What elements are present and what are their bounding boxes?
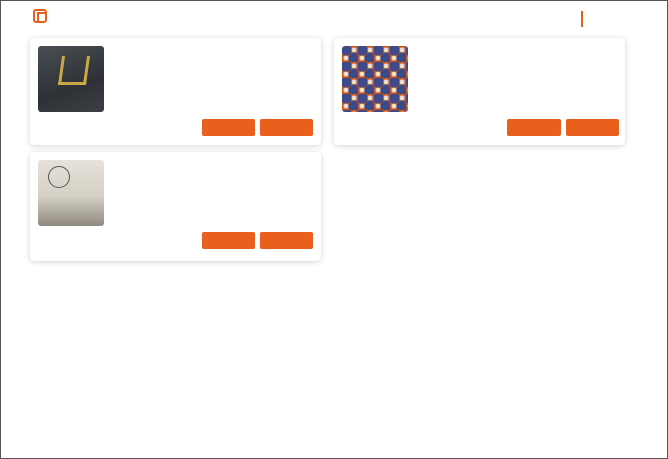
- app-window: [0, 0, 668, 459]
- nav-link[interactable]: [589, 15, 619, 23]
- product-price: [109, 69, 189, 77]
- product-title: [109, 160, 259, 170]
- dark-garment-image: [38, 46, 104, 112]
- top-header: [1, 1, 667, 37]
- primary-action-button[interactable]: [507, 119, 561, 136]
- product-card: [30, 38, 321, 145]
- brand-name: [50, 13, 78, 21]
- primary-action-button[interactable]: [202, 119, 255, 136]
- brand-logo-icon[interactable]: [33, 9, 47, 23]
- product-price: [109, 183, 189, 191]
- white-garment-image: [38, 160, 104, 226]
- patterned-fabric-image: [342, 46, 408, 112]
- product-description: [109, 173, 259, 181]
- secondary-action-button[interactable]: [260, 119, 313, 136]
- secondary-action-button[interactable]: [566, 119, 619, 136]
- product-title: [413, 46, 563, 56]
- product-card: [30, 152, 321, 261]
- product-price: [413, 69, 493, 77]
- primary-action-button[interactable]: [202, 232, 255, 249]
- secondary-action-button[interactable]: [260, 232, 313, 249]
- nav-divider: [581, 11, 583, 27]
- product-description: [413, 59, 563, 67]
- product-description: [109, 59, 259, 67]
- product-card: [334, 38, 625, 145]
- product-title: [109, 46, 259, 56]
